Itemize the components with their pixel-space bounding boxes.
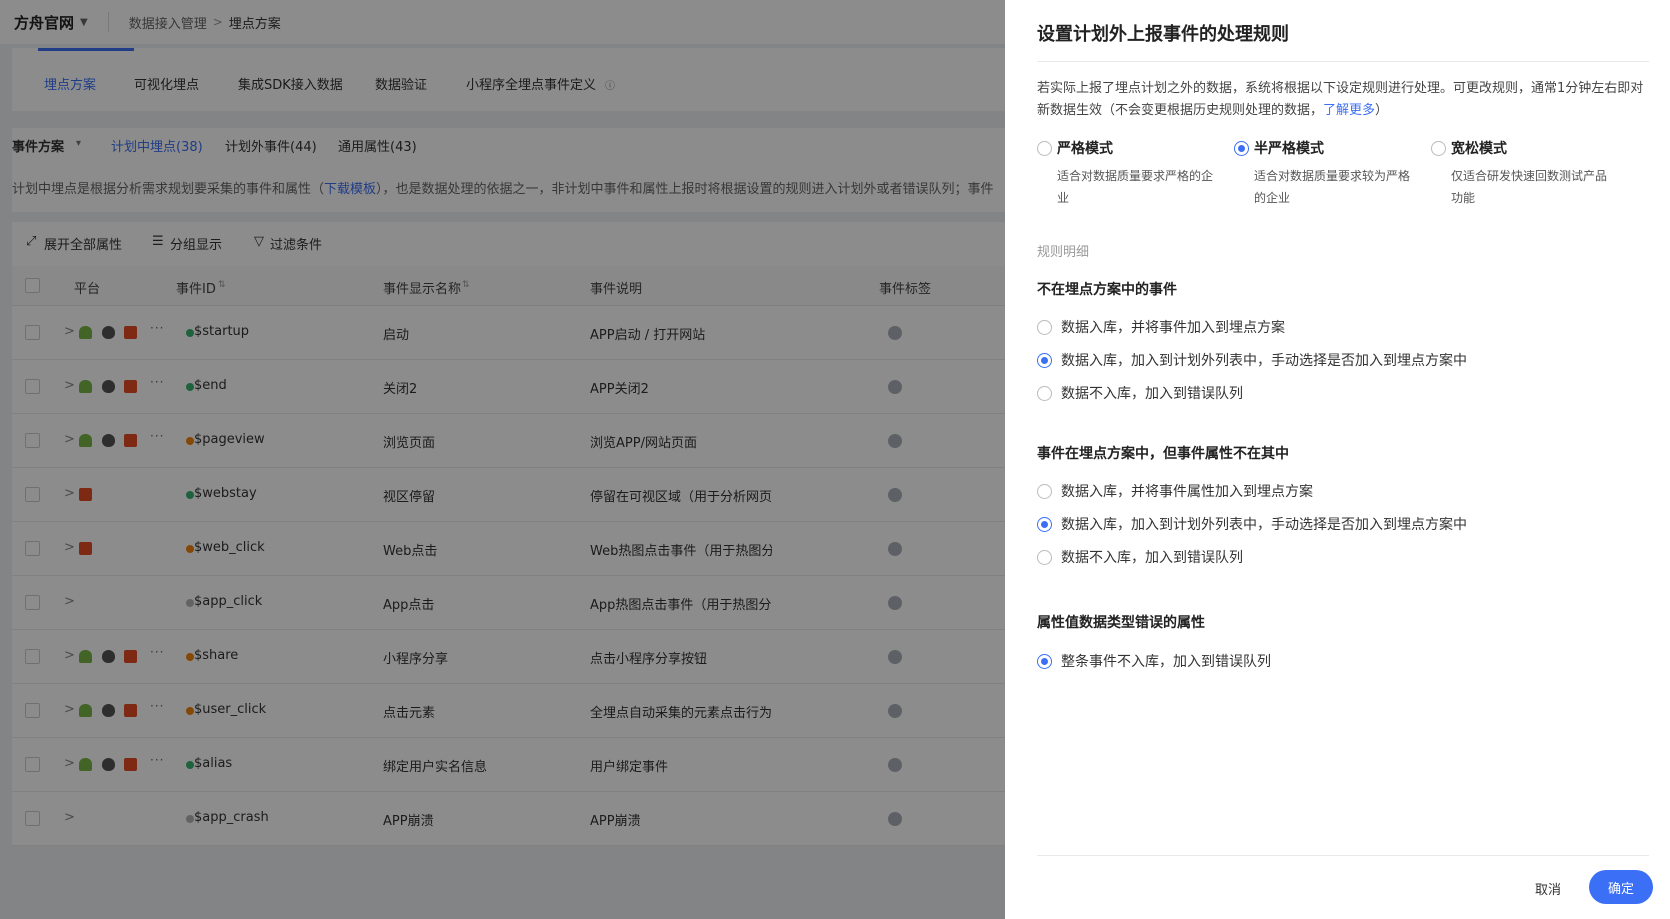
rules-detail-label: 规则明细: [1037, 245, 1090, 260]
option-radio[interactable]: [1037, 516, 1052, 532]
intro-text-end: ）: [1375, 103, 1389, 118]
option-property-list[interactable]: 数据入库，加入到计划外列表中，手动选择是否加入到埋点方案中: [1037, 514, 1467, 534]
drawer-title: 设置计划外上报事件的处理规则: [1037, 24, 1289, 45]
mode-title: 宽松模式: [1451, 141, 1507, 157]
mode-description: 仅适合研发快速回数测试产品功能: [1451, 169, 1608, 205]
mode-title: 严格模式: [1057, 141, 1113, 157]
option-label: 整条事件不入库，加入到错误队列: [1061, 654, 1271, 670]
option-radio[interactable]: [1037, 385, 1052, 401]
option-label: 数据入库，并将事件属性加入到埋点方案: [1061, 484, 1313, 500]
option-type-error-reject[interactable]: 整条事件不入库，加入到错误队列: [1037, 651, 1271, 671]
mode-title: 半严格模式: [1254, 141, 1324, 157]
section-title-unplanned-events: 不在埋点方案中的事件: [1037, 282, 1177, 298]
mode-radio[interactable]: [1431, 141, 1446, 156]
section-title-type-errors: 属性值数据类型错误的属性: [1037, 615, 1205, 631]
option-unplanned-list[interactable]: 数据入库，加入到计划外列表中，手动选择是否加入到埋点方案中: [1037, 350, 1467, 370]
option-label: 数据入库，加入到计划外列表中，手动选择是否加入到埋点方案中: [1061, 353, 1467, 369]
option-radio[interactable]: [1037, 653, 1052, 669]
option-unplanned-add[interactable]: 数据入库，并将事件加入到埋点方案: [1037, 317, 1285, 337]
mode-description: 适合对数据质量要求较为严格的企业: [1254, 169, 1411, 205]
learn-more-link[interactable]: 了解更多: [1323, 103, 1375, 118]
option-label: 数据入库，加入到计划外列表中，手动选择是否加入到埋点方案中: [1061, 517, 1467, 533]
option-property-reject[interactable]: 数据不入库，加入到错误队列: [1037, 547, 1243, 567]
option-unplanned-reject[interactable]: 数据不入库，加入到错误队列: [1037, 383, 1243, 403]
divider: [1037, 855, 1649, 856]
rules-drawer: 设置计划外上报事件的处理规则 若实际上报了埋点计划之外的数据，系统将根据以下设定…: [1005, 0, 1670, 919]
option-radio[interactable]: [1037, 319, 1052, 335]
drawer-intro: 若实际上报了埋点计划之外的数据，系统将根据以下设定规则进行处理。可更改规则，通常…: [1037, 78, 1649, 122]
option-label: 数据入库，并将事件加入到埋点方案: [1061, 320, 1285, 336]
mode-radio[interactable]: [1234, 141, 1249, 156]
option-label: 数据不入库，加入到错误队列: [1061, 550, 1243, 566]
divider: [1037, 61, 1649, 62]
cancel-button[interactable]: 取消: [1535, 879, 1561, 898]
option-radio[interactable]: [1037, 352, 1052, 368]
option-radio[interactable]: [1037, 483, 1052, 499]
mode-selector: 严格模式 适合对数据质量要求严格的企业 半严格模式 适合对数据质量要求较为严格的…: [1037, 138, 1649, 210]
modal-mask[interactable]: [0, 0, 1005, 919]
option-radio[interactable]: [1037, 549, 1052, 565]
mode-description: 适合对数据质量要求严格的企业: [1057, 169, 1214, 205]
mode-radio[interactable]: [1037, 141, 1052, 156]
confirm-button[interactable]: 确定: [1589, 870, 1653, 904]
section-title-unplanned-properties: 事件在埋点方案中，但事件属性不在其中: [1037, 446, 1289, 462]
option-property-add[interactable]: 数据入库，并将事件属性加入到埋点方案: [1037, 481, 1313, 501]
option-label: 数据不入库，加入到错误队列: [1061, 386, 1243, 402]
